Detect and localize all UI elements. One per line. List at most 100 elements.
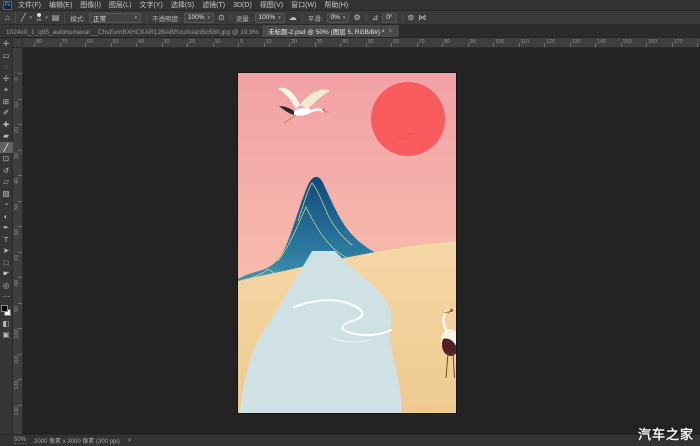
dodge-tool[interactable]: ◐ — [0, 211, 13, 223]
brush-angle-value: 0° — [386, 14, 392, 21]
zoom-tool[interactable]: ◎ — [0, 280, 13, 292]
menu-item-7[interactable]: 滤镜(T) — [198, 0, 229, 10]
crane-crown — [322, 109, 324, 111]
flow-field[interactable]: 100% ▾ — [255, 13, 285, 23]
menu-item-5[interactable]: 文字(Y) — [135, 0, 166, 10]
h-ruler-number: 60 — [87, 39, 93, 45]
move-tool[interactable]: ✛ — [0, 38, 13, 50]
history-brush-tool[interactable]: ↺ — [0, 165, 13, 177]
magic-wand-tool[interactable]: ✢ — [0, 73, 13, 85]
menu-bar: Ps 文件(F)编辑(E)图像(I)图层(L)文字(Y)选择(S)滤镜(T)3D… — [0, 0, 700, 11]
foreground-color-swatch[interactable] — [1, 305, 8, 312]
menu-item-8[interactable]: 3D(D) — [229, 2, 256, 9]
color-swatches[interactable] — [0, 304, 13, 318]
gradient-tool[interactable]: ▨ — [0, 188, 13, 200]
menu-item-11[interactable]: 帮助(H) — [320, 0, 352, 10]
h-ruler-number: 20 — [291, 39, 297, 45]
chevron-down-icon: ▾ — [278, 15, 281, 21]
menu-item-3[interactable]: 图像(I) — [76, 0, 105, 10]
object-selection-tool[interactable]: ⌖ — [0, 84, 13, 96]
lasso-tool[interactable]: ◌ — [0, 61, 13, 73]
shape-tool[interactable]: □ — [0, 257, 13, 269]
brush-panel-toggle-icon[interactable]: ▤ — [52, 12, 60, 24]
canvas[interactable] — [238, 73, 456, 413]
home-icon[interactable]: ⌂ — [5, 12, 10, 24]
h-ruler-number: 80 — [444, 39, 450, 45]
screen-mode-button[interactable]: ▣ — [0, 329, 13, 341]
brush-angle-field[interactable]: 0° — [382, 13, 396, 23]
patch-tool[interactable]: ▰ — [0, 130, 13, 142]
mode-value: 正常 — [93, 13, 106, 23]
opacity-label: 不透明度: — [152, 13, 180, 23]
v-ruler-number: 40 — [14, 175, 20, 187]
h-ruler-number: 0 — [240, 39, 243, 45]
v-ruler-number: 100 — [14, 328, 20, 340]
menu-item-9[interactable]: 视图(V) — [256, 0, 287, 10]
document-tab-1[interactable]: 1024x0_1_q95_autohomecar__ChsEvmBXHCKAR1… — [0, 25, 262, 37]
options-bar: ⌂ ╱ ▾ 15 ▾ ▤ 模式: 正常 ▾ 不透明度: 100% ▾ ⊙ 流量:… — [0, 11, 700, 25]
v-ruler-number: 90 — [14, 303, 20, 315]
gear-icon[interactable]: ⚙ — [353, 12, 360, 24]
marquee-tool[interactable]: ▭ — [0, 50, 13, 62]
h-ruler-number: 90 — [470, 39, 476, 45]
v-ruler-number: 80 — [14, 277, 20, 289]
document-tab-2[interactable]: 未标题-2.psd @ 50% (图层 5, RGB/8#) * × — [262, 25, 399, 37]
h-ruler-number: 60 — [393, 39, 399, 45]
chevron-down-icon: ▾ — [30, 15, 33, 21]
divider — [64, 13, 65, 23]
crop-tool[interactable]: ⊞ — [0, 96, 13, 108]
ruler-origin-corner[interactable] — [13, 38, 23, 48]
h-ruler-number: 70 — [62, 39, 68, 45]
size-pressure-icon[interactable]: ⊚ — [408, 12, 415, 24]
opacity-field[interactable]: 100% ▾ — [184, 13, 214, 23]
menu-item-1[interactable]: 文件(F) — [14, 0, 45, 10]
airbrush-icon[interactable]: ☁ — [289, 12, 297, 24]
pen-tool[interactable]: ✒ — [0, 222, 13, 234]
close-icon[interactable]: × — [388, 28, 392, 35]
opacity-pressure-icon[interactable]: ⊙ — [218, 12, 225, 24]
v-ruler-number: 110 — [14, 354, 20, 366]
horizontal-ruler[interactable]: 9080706050403020100102030405060708090100… — [23, 38, 700, 48]
h-ruler-number: 50 — [113, 39, 119, 45]
blur-tool[interactable]: ◔ — [0, 199, 13, 211]
v-ruler-number: 0 — [14, 73, 20, 85]
smoothing-field[interactable]: 0% ▾ — [327, 13, 350, 23]
edit-toolbar-button[interactable]: ⋯ — [0, 291, 13, 303]
chevron-down-icon: ▾ — [343, 15, 346, 21]
h-ruler-number: 140 — [597, 39, 606, 45]
path-selection-tool[interactable]: ➤ — [0, 245, 13, 257]
eraser-tool[interactable]: ▱ — [0, 176, 13, 188]
h-ruler-number: 80 — [36, 39, 42, 45]
menu-item-6[interactable]: 选择(S) — [167, 0, 198, 10]
divider — [146, 13, 147, 23]
menu-item-2[interactable]: 编辑(E) — [45, 0, 76, 10]
status-expander-icon[interactable]: > — [128, 438, 132, 444]
brush-tool[interactable]: ╱ — [0, 142, 13, 154]
brush-angle-icon: ⊿ — [372, 12, 379, 24]
zoom-level-field[interactable]: 50% — [14, 437, 26, 444]
vertical-ruler[interactable]: 0102030405060708090100110120130 — [13, 48, 23, 434]
h-ruler-number: 130 — [572, 39, 581, 45]
v-ruler-number: 120 — [14, 379, 20, 391]
flow-value: 100% — [259, 14, 276, 21]
quick-mask-button[interactable]: ◧ — [0, 318, 13, 330]
menu-item-10[interactable]: 窗口(W) — [287, 0, 320, 10]
brush-preset-picker[interactable]: 15 — [36, 13, 41, 22]
h-ruler-number: 30 — [164, 39, 170, 45]
hand-tool[interactable]: ☛ — [0, 268, 13, 280]
chevron-down-icon: ▾ — [45, 15, 48, 21]
tool-list: ✛▭◌✢⌖⊞✐✚▰╱⊡↺▱▨◔◐✒T➤□☛◎⋯ — [0, 38, 13, 303]
menu-item-4[interactable]: 图层(L) — [105, 0, 136, 10]
h-ruler-number: 50 — [368, 39, 374, 45]
v-ruler-number: 10 — [14, 99, 20, 111]
clone-stamp-tool[interactable]: ⊡ — [0, 153, 13, 165]
type-tool[interactable]: T — [0, 234, 13, 246]
eyedropper-tool[interactable]: ✐ — [0, 107, 13, 119]
mode-select[interactable]: 正常 ▾ — [89, 13, 141, 23]
healing-brush-tool[interactable]: ✚ — [0, 119, 13, 131]
v-ruler-number: 70 — [14, 252, 20, 264]
document-tab-bar: 1024x0_1_q95_autohomecar__ChsEvmBXHCKAR1… — [0, 25, 700, 38]
photoshop-logo-icon: Ps — [3, 1, 12, 10]
symmetry-icon[interactable]: ⋈ — [418, 12, 426, 24]
brush-tool-icon[interactable]: ╱ — [21, 12, 26, 24]
